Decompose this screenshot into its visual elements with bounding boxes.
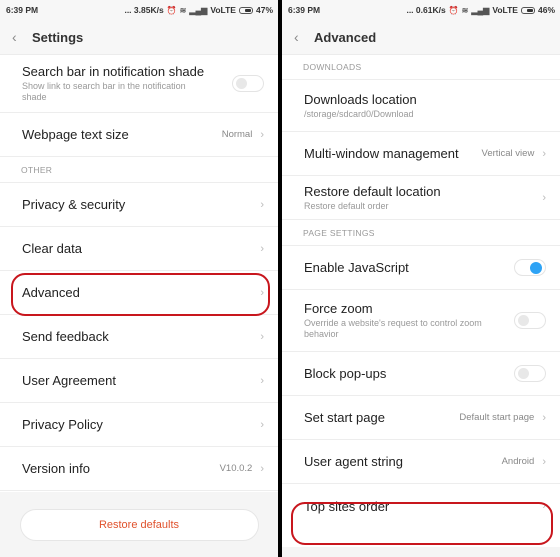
section-header-other: OTHER <box>0 157 278 183</box>
restore-defaults-button[interactable]: Restore defaults <box>19 508 259 541</box>
chevron-right-icon: › <box>542 191 546 204</box>
chevron-right-icon: › <box>260 418 264 431</box>
advanced-screen: 6:39 PM ... 0.61K/s ⏰ ≋ ▂▄▆ VoLTE 46% ‹ … <box>282 0 560 557</box>
section-header-downloads: DOWNLOADS <box>282 55 560 80</box>
search-bar-toggle[interactable] <box>232 75 264 92</box>
status-bar: 6:39 PM ... 0.61K/s ⏰ ≋ ▂▄▆ VoLTE 46% <box>282 0 560 20</box>
battery-level: 47% <box>255 5 273 15</box>
setting-advanced[interactable]: Advanced › <box>0 271 278 315</box>
battery-icon <box>238 6 253 14</box>
setting-multi-window[interactable]: Multi-window management Vertical view › <box>282 132 560 176</box>
back-icon[interactable]: ‹ <box>12 29 32 45</box>
setting-restore-default-location[interactable]: Restore default location Restore default… <box>282 176 560 220</box>
setting-label: Advanced <box>22 285 80 300</box>
status-time: 6:39 PM <box>6 5 39 15</box>
setting-value: V10.0.2 <box>219 463 253 474</box>
chevron-right-icon: › <box>260 374 264 387</box>
setting-sub: Restore default order <box>304 200 389 211</box>
setting-label: Clear data <box>22 241 82 256</box>
network-speed: ... 3.85K/s <box>124 5 164 15</box>
chevron-right-icon: › <box>542 147 546 160</box>
setting-send-feedback[interactable]: Send feedback › <box>0 315 278 359</box>
bottom-strip <box>282 547 560 557</box>
chevron-right-icon: › <box>260 462 264 475</box>
wifi-icon: ≋ <box>179 5 187 15</box>
setting-value: Normal <box>221 129 253 140</box>
setting-label: Privacy & security <box>22 197 126 212</box>
setting-downloads-location[interactable]: Downloads location /storage/sdcard0/Down… <box>282 80 560 132</box>
setting-top-sites-order[interactable]: Top sites order › <box>282 484 560 528</box>
setting-privacy-policy[interactable]: Privacy Policy › <box>0 403 278 447</box>
network-type: VoLTE <box>492 5 518 15</box>
setting-label: Top sites order <box>304 498 390 514</box>
setting-label: Downloads location <box>304 91 417 107</box>
setting-label: Enable JavaScript <box>304 260 409 275</box>
chevron-right-icon: › <box>542 500 546 512</box>
setting-value: Android <box>501 456 535 467</box>
section-header-page-settings: PAGE SETTINGS <box>282 220 560 246</box>
force-zoom-toggle[interactable] <box>514 312 546 329</box>
back-icon[interactable]: ‹ <box>294 29 314 45</box>
page-title: Advanced <box>314 29 377 45</box>
chevron-right-icon: › <box>260 330 264 343</box>
javascript-toggle[interactable] <box>514 259 546 276</box>
chevron-right-icon: › <box>260 286 264 299</box>
setting-label: Multi-window management <box>304 146 459 161</box>
battery-level: 46% <box>537 5 555 15</box>
setting-label: Set start page <box>304 410 385 425</box>
chevron-right-icon: › <box>542 411 546 424</box>
network-speed: ... 0.61K/s <box>406 5 446 15</box>
setting-label: Send feedback <box>22 329 109 344</box>
setting-privacy-security[interactable]: Privacy & security › <box>0 183 278 227</box>
setting-label: Webpage text size <box>22 127 129 142</box>
title-bar: ‹ Advanced <box>282 20 560 55</box>
chevron-right-icon: › <box>542 455 546 468</box>
page-title: Settings <box>32 29 84 45</box>
network-type: VoLTE <box>210 5 236 15</box>
setting-enable-javascript[interactable]: Enable JavaScript <box>282 246 560 290</box>
setting-label: User agent string <box>304 454 403 469</box>
setting-value: Vertical view <box>481 148 535 159</box>
setting-sub: Show link to search bar in the notificat… <box>22 81 186 102</box>
setting-value: Default start page <box>459 412 535 423</box>
setting-label: Block pop-ups <box>304 366 387 381</box>
setting-sub: Override a website's request to control … <box>304 318 482 339</box>
setting-version-info[interactable]: Version info V10.0.2 › <box>0 447 278 491</box>
chevron-right-icon: › <box>260 198 264 211</box>
alarm-icon: ⏰ <box>448 5 459 15</box>
settings-screen: 6:39 PM ... 3.85K/s ⏰ ≋ ▂▄▆ VoLTE 47% ‹ … <box>0 0 278 557</box>
chevron-right-icon: › <box>260 242 264 255</box>
setting-label: Force zoom <box>304 301 373 316</box>
block-popups-toggle[interactable] <box>514 365 546 382</box>
setting-label: Search bar in notification shade <box>22 64 205 79</box>
setting-block-popups[interactable]: Block pop-ups <box>282 352 560 396</box>
title-bar: ‹ Settings <box>0 20 278 55</box>
status-time: 6:39 PM <box>288 5 321 15</box>
signal-icon: ▂▄▆ <box>189 5 208 15</box>
setting-start-page[interactable]: Set start page Default start page › <box>282 396 560 440</box>
wifi-icon: ≋ <box>461 5 469 15</box>
signal-icon: ▂▄▆ <box>471 5 490 15</box>
setting-webpage-text-size[interactable]: Webpage text size Normal › <box>0 113 278 157</box>
setting-label: Version info <box>22 461 90 476</box>
setting-sub: /storage/sdcard0/Download <box>304 108 414 119</box>
setting-search-bar[interactable]: Search bar in notification shade Show li… <box>0 55 278 113</box>
status-bar: 6:39 PM ... 3.85K/s ⏰ ≋ ▂▄▆ VoLTE 47% <box>0 0 278 20</box>
setting-user-agent[interactable]: User agent string Android › <box>282 440 560 484</box>
setting-label: Restore default location <box>304 183 441 199</box>
setting-force-zoom[interactable]: Force zoom Override a website's request … <box>282 290 560 352</box>
setting-clear-data[interactable]: Clear data › <box>0 227 278 271</box>
footer: Restore defaults <box>0 492 278 557</box>
setting-label: Privacy Policy <box>22 417 103 432</box>
chevron-right-icon: › <box>260 128 264 141</box>
battery-icon <box>520 6 535 14</box>
alarm-icon: ⏰ <box>166 5 177 15</box>
setting-user-agreement[interactable]: User Agreement › <box>0 359 278 403</box>
setting-label: User Agreement <box>22 373 116 388</box>
